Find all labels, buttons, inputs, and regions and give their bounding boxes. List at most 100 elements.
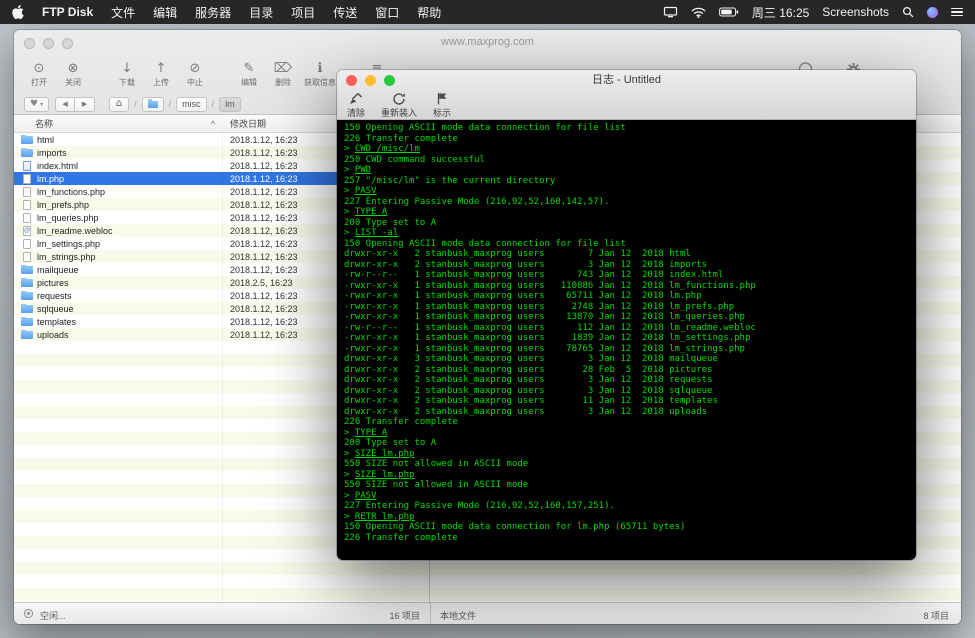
toolbar-button-open[interactable]: ⊙ 打开 bbox=[22, 61, 56, 88]
file-name-cell: lm_prefs.php bbox=[14, 199, 222, 210]
toolbar-button-edit[interactable]: ✎ 编辑 bbox=[232, 61, 266, 88]
log-command: PASV bbox=[354, 490, 377, 501]
folder-icon bbox=[21, 264, 33, 274]
toolbar-button-close[interactable]: ⊗ 关闭 bbox=[56, 61, 90, 88]
file-name-cell: lm_functions.php bbox=[14, 186, 222, 197]
log-line: -rwxr-xr-x 1 stanbusk_maxprog users 1839… bbox=[344, 333, 751, 343]
log-line: > PASV bbox=[344, 490, 377, 501]
menubar-clock[interactable]: 周三 16:25 bbox=[752, 4, 809, 21]
file-icon bbox=[23, 186, 31, 197]
column-name-label: 名称 bbox=[35, 119, 54, 129]
menu-item-0[interactable]: 文件 bbox=[111, 4, 135, 21]
log-command: SIZE lm.php bbox=[354, 448, 415, 459]
search-icon[interactable] bbox=[902, 6, 914, 18]
file-name-cell: lm_queries.php bbox=[14, 212, 222, 223]
menu-item-5[interactable]: 传送 bbox=[333, 4, 357, 21]
favorites-button[interactable]: ♥ ▾ bbox=[24, 96, 50, 112]
file-name: lm_functions.php bbox=[37, 186, 106, 197]
log-line: 150 Opening ASCII mode data connection f… bbox=[344, 238, 626, 249]
close-window-button[interactable] bbox=[346, 75, 357, 86]
file-name-cell: sqlqueue bbox=[14, 303, 222, 314]
app-menu[interactable]: FTP Disk bbox=[42, 5, 93, 19]
menu-item-7[interactable]: 帮助 bbox=[417, 4, 441, 21]
toolbar-button-download[interactable]: ↓ 下载 bbox=[110, 61, 144, 88]
folder-icon bbox=[21, 147, 33, 157]
file-name-cell: lm.php bbox=[14, 173, 222, 184]
breadcrumb-root-folder[interactable] bbox=[141, 96, 164, 112]
log-line: 250 CWD command successful bbox=[344, 154, 485, 165]
folder-icon bbox=[21, 277, 33, 287]
siri-icon[interactable] bbox=[927, 6, 938, 18]
file-icon bbox=[23, 212, 31, 223]
log-line: -rwxr-xr-x 1 stanbusk_maxprog users 1387… bbox=[344, 312, 745, 322]
minimize-window-button[interactable] bbox=[365, 75, 376, 86]
remote-item-count: 16 项目 bbox=[389, 611, 420, 621]
toolbar-button-abort[interactable]: ⊘ 中止 bbox=[178, 61, 212, 88]
wifi-icon[interactable] bbox=[691, 7, 706, 18]
file-name: html bbox=[37, 134, 55, 145]
log-line: -rwxr-xr-x 1 stanbusk_maxprog users 2748… bbox=[344, 301, 735, 312]
window-title: www.maxprog.com bbox=[441, 36, 534, 48]
toolbar-button-get-info[interactable]: ℹ 获取信息 bbox=[300, 61, 340, 88]
get-info-icon: ℹ bbox=[317, 61, 323, 76]
reload-log-button[interactable]: 重新装入 bbox=[381, 92, 417, 119]
file-name-cell: html bbox=[14, 134, 222, 145]
breadcrumb-lm[interactable]: lm bbox=[219, 96, 241, 112]
file-name: lm_prefs.php bbox=[37, 199, 90, 210]
toolbar-button-upload[interactable]: ↑ 上传 bbox=[144, 61, 178, 88]
log-line: 200 Type set to A bbox=[344, 438, 437, 448]
log-line: drwxr-xr-x 2 stanbusk_maxprog users 3 Ja… bbox=[344, 259, 708, 270]
file-name-cell: @ lm_readme.webloc bbox=[14, 225, 222, 236]
menu-item-2[interactable]: 服务器 bbox=[195, 4, 231, 21]
menu-item-1[interactable]: 编辑 bbox=[153, 4, 177, 21]
display-icon[interactable] bbox=[663, 6, 678, 18]
log-line: -rwxr-xr-x 1 stanbusk_maxprog users 7876… bbox=[344, 343, 745, 354]
log-command: SIZE lm.php bbox=[354, 469, 415, 480]
flag-log-button[interactable]: 标示 bbox=[433, 92, 451, 119]
log-line: 226 Transfer complete bbox=[344, 532, 458, 543]
close-window-button[interactable] bbox=[24, 38, 35, 49]
file-name: imports bbox=[37, 147, 67, 158]
clear-log-button[interactable]: 清除 bbox=[347, 92, 365, 119]
menubar-menus: 文件 编辑 服务器 目录 项目 传送 窗口 帮助 bbox=[111, 4, 441, 21]
menubar-screenshots[interactable]: Screenshots bbox=[822, 5, 889, 19]
breadcrumb-misc[interactable]: misc bbox=[176, 96, 207, 112]
file-name: pictures bbox=[37, 277, 69, 288]
download-icon: ↓ bbox=[121, 61, 133, 76]
menu-item-4[interactable]: 项目 bbox=[291, 4, 315, 21]
zoom-window-button[interactable] bbox=[384, 75, 395, 86]
local-item-count: 8 项目 bbox=[923, 611, 949, 621]
battery-icon[interactable] bbox=[719, 7, 739, 17]
log-window: 日志 - Untitled 清除 重新装入 标示 150 Opening ASC… bbox=[337, 70, 916, 560]
file-name: lm_strings.php bbox=[37, 251, 96, 262]
log-line: 150 Opening ASCII mode data connection f… bbox=[344, 123, 626, 133]
abort-icon: ⊘ bbox=[189, 61, 201, 76]
log-line: -rw-r--r-- 1 stanbusk_maxprog users 743 … bbox=[344, 270, 724, 280]
minimize-window-button[interactable] bbox=[43, 38, 54, 49]
toolbar-button-delete[interactable]: ⌦ 删除 bbox=[266, 61, 300, 88]
file-name-cell: mailqueue bbox=[14, 264, 222, 275]
file-name-cell: requests bbox=[14, 290, 222, 301]
file-name: uploads bbox=[37, 329, 69, 340]
log-terminal[interactable]: 150 Opening ASCII mode data connection f… bbox=[337, 120, 916, 560]
toolbar-button-label: 获取信息 bbox=[304, 78, 336, 87]
file-name: index.html bbox=[37, 160, 79, 171]
file-name-cell: index.html bbox=[14, 160, 222, 171]
breadcrumb-home[interactable]: ⌂ bbox=[109, 96, 130, 112]
log-window-chrome: 日志 - Untitled 清除 重新装入 标示 bbox=[337, 70, 916, 120]
file-name: lm_settings.php bbox=[37, 238, 101, 249]
breadcrumb-separator: / bbox=[168, 99, 172, 109]
zoom-window-button[interactable] bbox=[62, 38, 73, 49]
menubar: FTP Disk 文件 编辑 服务器 目录 项目 传送 窗口 帮助 周三 16:25 Scre… bbox=[0, 0, 975, 24]
back-button[interactable]: ◀ bbox=[55, 96, 76, 112]
column-name[interactable]: 名称 ^ bbox=[14, 115, 222, 132]
forward-button[interactable]: ▶ bbox=[75, 96, 96, 112]
menu-item-3[interactable]: 目录 bbox=[249, 4, 273, 21]
apple-menu[interactable] bbox=[12, 5, 24, 19]
file-name: mailqueue bbox=[37, 264, 79, 275]
menu-item-6[interactable]: 窗口 bbox=[375, 4, 399, 21]
toolbar-button-label: 删除 bbox=[275, 78, 291, 87]
notification-center-icon[interactable] bbox=[951, 7, 963, 17]
edit-icon: ✎ bbox=[243, 61, 255, 76]
folder-icon bbox=[147, 98, 158, 108]
